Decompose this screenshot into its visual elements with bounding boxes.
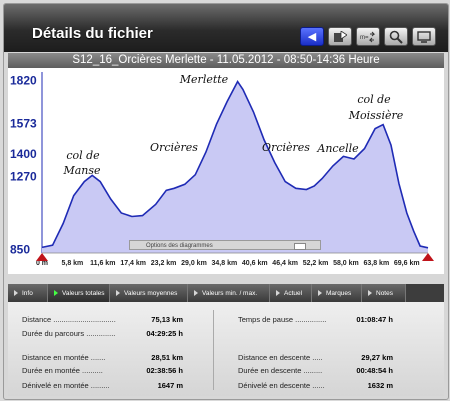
y-tick-label: 1820 — [10, 74, 37, 88]
x-tick-label: 0 m — [36, 260, 48, 267]
file-subtitle: S12_16_Orcières Merlette - 11.05.2012 - … — [8, 53, 444, 68]
stat-value-denivele-descente: 1632 m — [367, 381, 393, 390]
y-tick-label: 1400 — [10, 147, 37, 161]
stats-panel: Distance .............................. … — [8, 302, 444, 396]
arrow-left-icon: ◀ — [307, 31, 317, 43]
chart-annotation: Orcières — [150, 141, 198, 154]
chart-options-label: Options des diagrammes — [146, 243, 213, 249]
export-icon — [334, 30, 347, 42]
x-tick-label: 58,0 km — [333, 260, 359, 267]
chart-options-toggle[interactable] — [294, 243, 306, 250]
stat-label-duree-descente: Durée en descente ......... — [238, 366, 323, 375]
tab-notes[interactable]: Notes — [362, 284, 406, 302]
stat-value-distance: 75,13 km — [151, 315, 183, 324]
tab-arrow-icon — [368, 290, 372, 296]
back-button[interactable]: ◀ — [300, 27, 324, 46]
x-tick-label: 63,8 km — [363, 260, 389, 267]
stat-value-distance-descente: 29,27 km — [361, 353, 393, 362]
chart-annotation: Manse — [62, 164, 101, 177]
tab-actuel[interactable]: Actuel — [270, 284, 312, 302]
x-tick-label: 23,2 km — [151, 260, 177, 267]
tab-valeurs-min-max[interactable]: Valeurs min. / max. — [188, 284, 270, 302]
stat-value-duree-montee: 02:38:56 h — [146, 366, 183, 375]
tab-arrow-icon — [318, 290, 322, 296]
x-tick-label: 40,6 km — [242, 260, 268, 267]
chart-annotation: col de — [66, 149, 100, 162]
x-tick-label: 11,6 km — [90, 260, 115, 267]
export-button[interactable] — [328, 27, 352, 46]
stat-value-distance-montee: 28,51 km — [151, 353, 183, 362]
elevation-chart: 1820 1573 1400 1270 850 0 m 5,8 km 11,6 km 17,4 … — [8, 68, 444, 274]
tab-arrow-icon — [276, 290, 280, 296]
tab-info[interactable]: Info — [8, 284, 48, 302]
tab-valeurs-moyennes[interactable]: Valeurs moyennes — [110, 284, 188, 302]
title-bar: Détails du fichier ◀ m= — [4, 4, 448, 52]
sync-icon: m= — [360, 31, 376, 42]
tab-valeurs-totales[interactable]: Valeurs totales — [48, 284, 110, 302]
stat-value-duree-parcours: 04:29:25 h — [146, 329, 183, 338]
stat-label-duree-parcours: Durée du parcours .............. — [22, 329, 116, 338]
stat-label-duree-montee: Durée en montée .......... — [22, 366, 103, 375]
y-tick-label: 1573 — [10, 117, 37, 131]
tab-bar: Info Valeurs totales Valeurs moyennes Va… — [8, 284, 444, 302]
stat-value-duree-descente: 00:48:54 h — [356, 366, 393, 375]
stat-label-distance: Distance .............................. — [22, 315, 116, 324]
stat-label-distance-descente: Distance en descente ..... — [238, 353, 323, 362]
x-tick-label: 29,0 km — [181, 260, 207, 267]
range-start-marker — [36, 253, 48, 261]
tab-marques[interactable]: Marques — [312, 284, 362, 302]
sync-button[interactable]: m= — [356, 27, 380, 46]
stat-label-distance-montee: Distance en montée ....... — [22, 353, 106, 362]
tab-arrow-icon — [14, 290, 18, 296]
x-tick-label: 5,8 km — [61, 260, 83, 267]
zoom-button[interactable] — [384, 27, 408, 46]
y-tick-label: 850 — [10, 243, 30, 257]
x-tick-label: 17,4 km — [120, 260, 146, 267]
chart-annotation: Ancelle — [316, 142, 359, 155]
chart-annotation: Moissière — [348, 109, 404, 122]
chart-annotation: col de — [357, 93, 391, 106]
x-tick-label: 34,8 km — [212, 260, 238, 267]
chart-annotation: Merlette — [179, 73, 229, 86]
stat-label-denivele-descente: Dénivelé en descente ...... — [238, 381, 325, 390]
stat-value-temps-pause: 01:08:47 h — [356, 315, 393, 324]
chart-annotation: Orcières — [262, 141, 310, 154]
window-title: Détails du fichier — [32, 25, 153, 42]
y-tick-label: 1270 — [10, 169, 37, 183]
stat-value-denivele-montee: 1647 m — [157, 381, 183, 390]
x-tick-label: 46,4 km — [272, 260, 298, 267]
magnifier-icon — [389, 30, 403, 44]
tab-arrow-icon — [116, 290, 120, 296]
stat-label-denivele-montee: Dénivelé en montée ......... — [22, 381, 110, 390]
fullscreen-button[interactable] — [412, 27, 436, 46]
x-tick-label: 69,6 km — [394, 260, 420, 267]
fullscreen-icon — [417, 30, 431, 43]
tab-arrow-icon — [194, 290, 198, 296]
range-end-marker — [422, 253, 434, 261]
panel-divider — [213, 310, 214, 390]
tab-arrow-icon — [54, 290, 58, 296]
chart-options-bar[interactable]: Options des diagrammes — [129, 240, 321, 250]
app-window: Détails du fichier ◀ m= S12_16_Orcières … — [3, 3, 449, 400]
stat-label-temps-pause: Temps de pause ............... — [238, 315, 327, 324]
svg-text:m=: m= — [360, 35, 369, 41]
x-tick-label: 52,2 km — [303, 260, 329, 267]
